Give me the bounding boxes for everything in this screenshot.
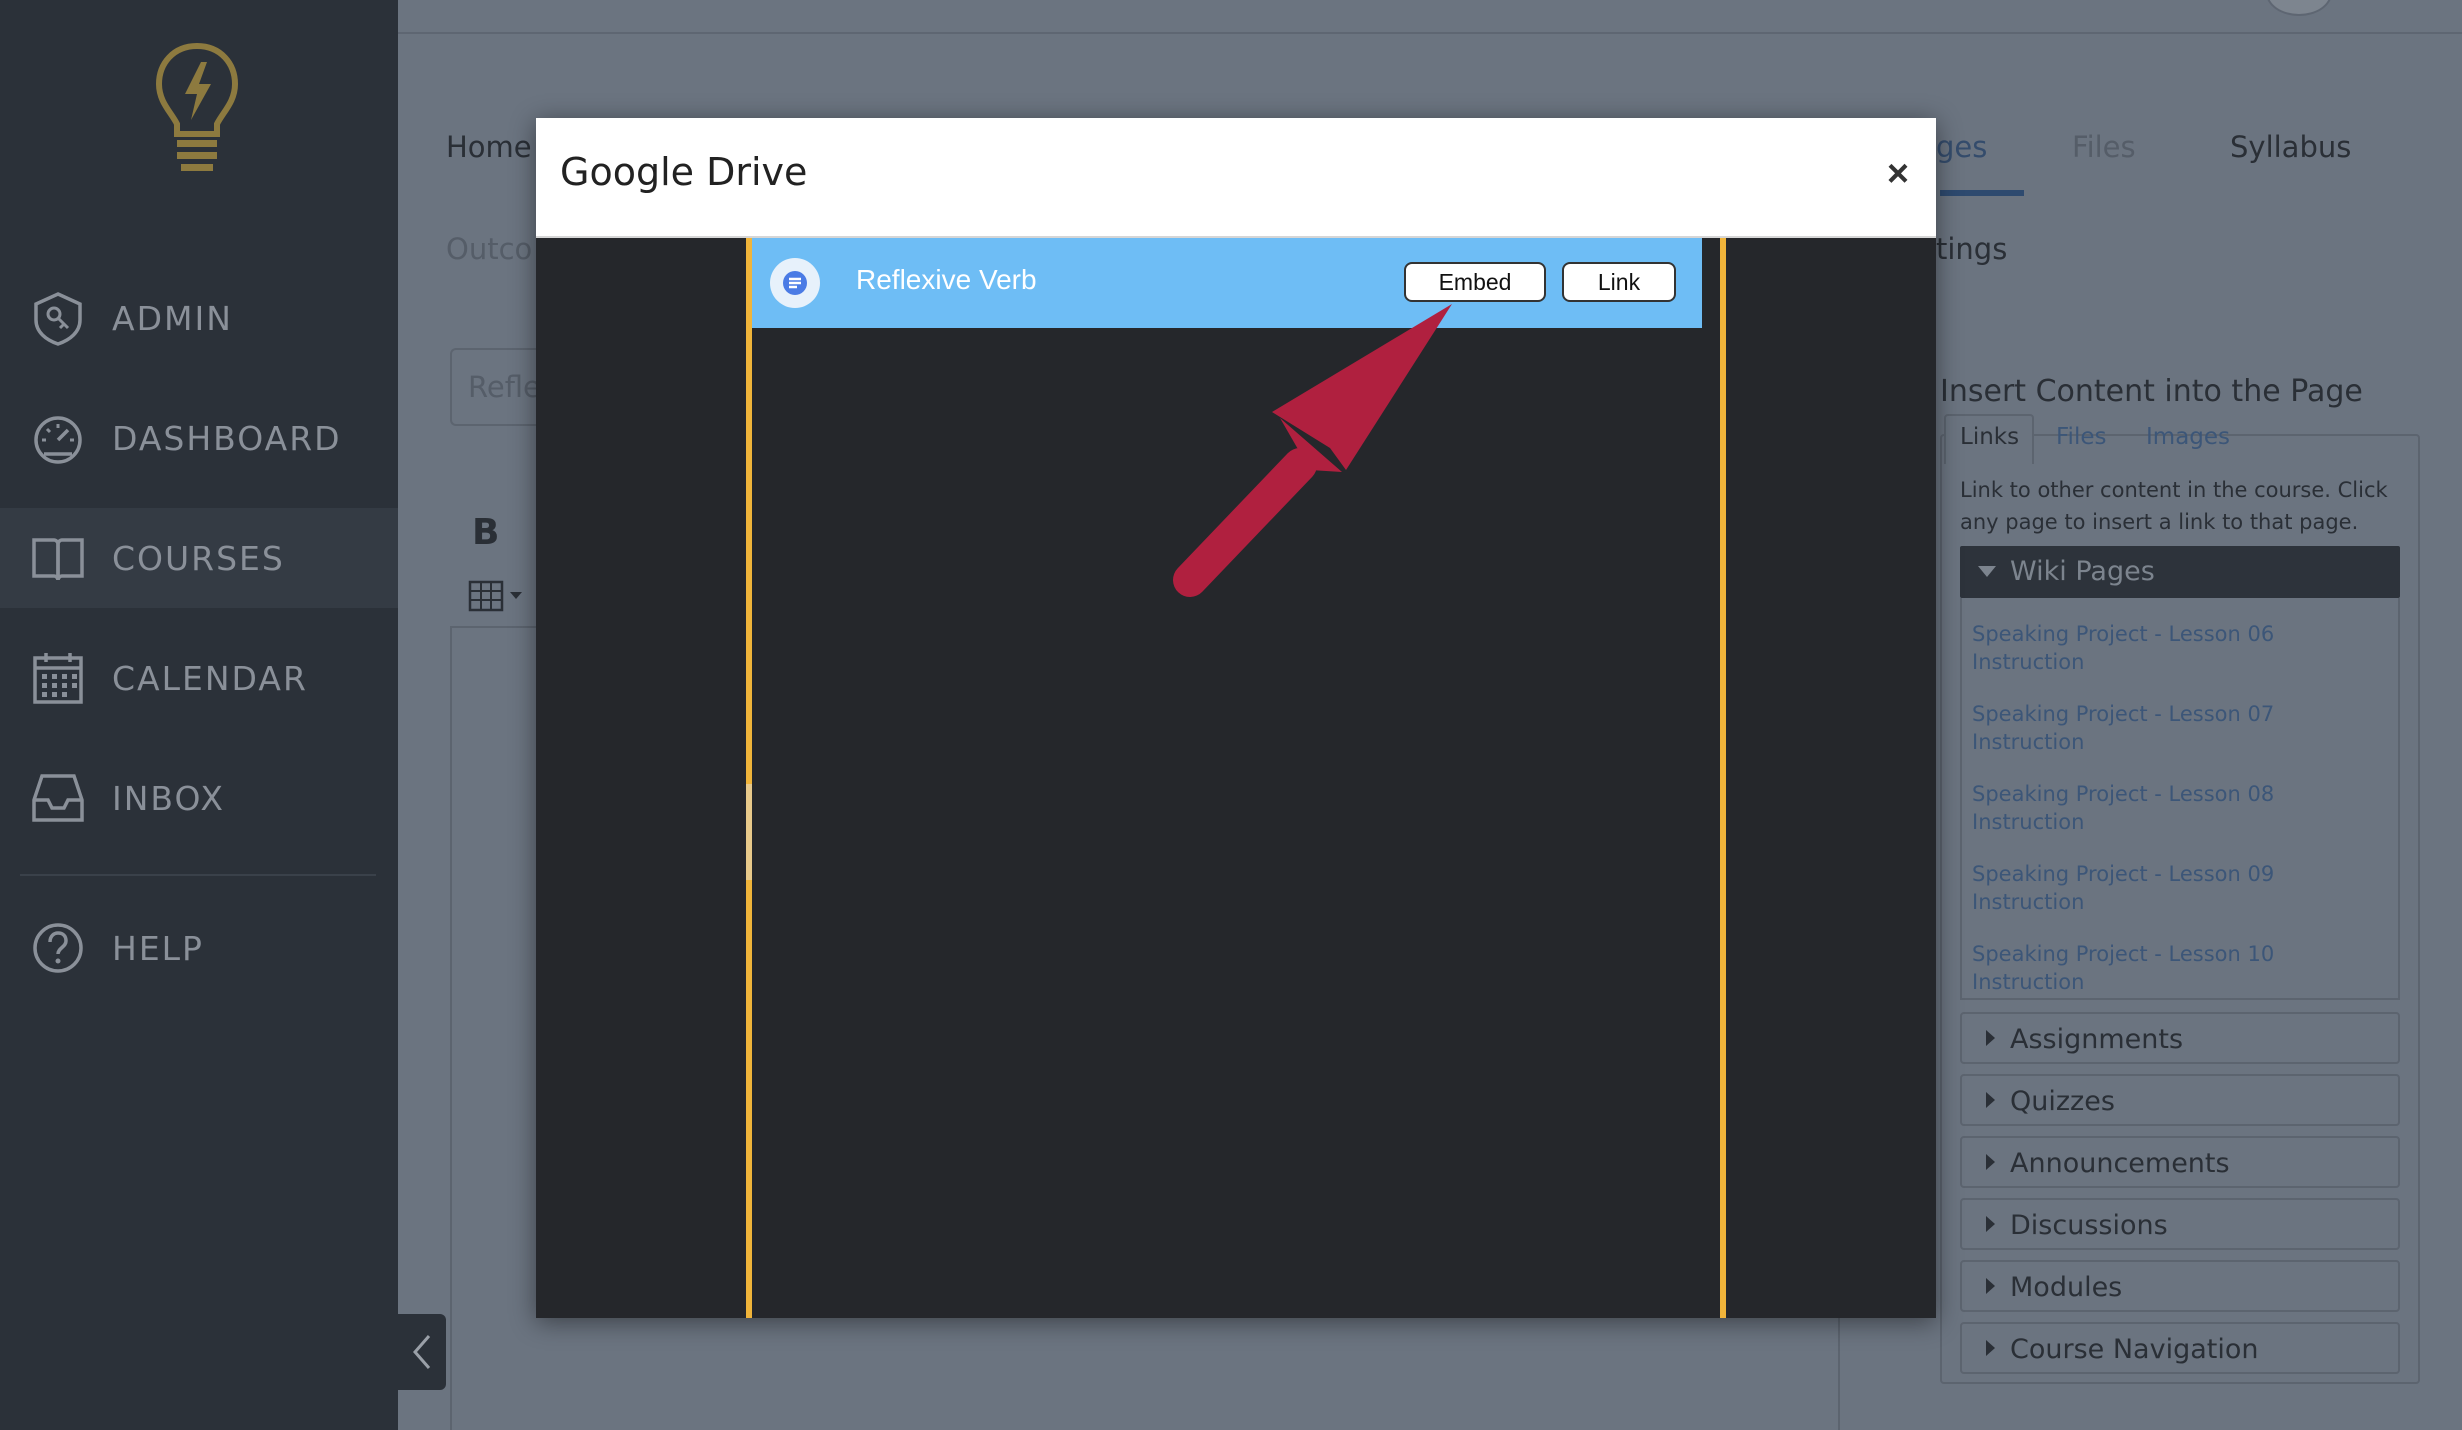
caret-right-icon: [1986, 1340, 1995, 1356]
wiki-page-link-10-line2: Instruction: [1972, 970, 2085, 994]
nav-label-calendar: CALENDAR: [112, 658, 308, 698]
help-circle-icon: [33, 923, 83, 973]
annotation-arrow-icon: [1173, 304, 1452, 597]
tab-links-label[interactable]: Links: [1960, 424, 2019, 450]
wiki-page-link-10-line1: Speaking Project - Lesson 10: [1972, 942, 2275, 966]
nav-label-help: HELP: [112, 928, 204, 968]
course-nav-settings[interactable]: tings: [1936, 232, 2007, 266]
section-assignments[interactable]: Assignments: [1960, 1012, 2400, 1064]
admin-shield-icon: [34, 292, 82, 346]
caret-right-icon: [1986, 1154, 1995, 1170]
table-insert-icon[interactable]: [468, 580, 528, 612]
caret-right-icon: [1986, 1030, 1995, 1046]
wiki-page-link-06-line1: Speaking Project - Lesson 06: [1972, 622, 2275, 646]
section-announcements[interactable]: Announcements: [1960, 1136, 2400, 1188]
wiki-page-link-09-line1: Speaking Project - Lesson 09: [1972, 862, 2275, 886]
dialog-header: Google Drive ×: [536, 118, 1936, 238]
wiki-page-link-09[interactable]: Speaking Project - Lesson 09 Instruction: [1972, 860, 2274, 916]
google-docs-icon: [770, 258, 820, 308]
book-icon: [32, 538, 84, 581]
wiki-page-link-07[interactable]: Speaking Project - Lesson 07 Instruction: [1972, 700, 2274, 756]
wiki-page-link-08-line2: Instruction: [1972, 810, 2085, 834]
wiki-page-link-07-line1: Speaking Project - Lesson 07: [1972, 702, 2275, 726]
wiki-page-link-09-line2: Instruction: [1972, 890, 2085, 914]
close-icon[interactable]: ×: [1876, 152, 1920, 196]
bold-button[interactable]: B: [472, 512, 499, 553]
nav-item-admin[interactable]: ADMIN: [0, 268, 398, 368]
course-nav-pages[interactable]: ges: [1936, 130, 1987, 164]
wiki-page-link-08-line1: Speaking Project - Lesson 08: [1972, 782, 2275, 806]
wiki-pages-label: Wiki Pages: [2010, 556, 2155, 587]
link-button[interactable]: Link: [1562, 262, 1676, 302]
dialog-title: Google Drive: [560, 150, 808, 194]
nav-item-inbox[interactable]: INBOX: [0, 748, 398, 848]
nav-label-dashboard: DASHBOARD: [112, 418, 342, 458]
embed-button[interactable]: Embed: [1404, 262, 1546, 302]
inbox-icon: [32, 774, 84, 822]
insert-panel-description: Link to other content in the course. Cli…: [1960, 478, 2388, 534]
top-bar: [398, 0, 2462, 34]
nav-divider: [20, 874, 376, 876]
wiki-page-link-10[interactable]: Speaking Project - Lesson 10 Instruction: [1972, 940, 2274, 996]
frame-resize-handle[interactable]: [746, 784, 752, 880]
google-drive-dialog: Google Drive × Reflexive Verb Embed Link: [536, 118, 1936, 1318]
global-nav-sidebar: ADMIN DASHBOARD COURSES CALENDAR INBOX H…: [0, 0, 398, 1430]
section-course-navigation-label: Course Navigation: [2010, 1334, 2259, 1365]
section-modules-label: Modules: [2010, 1272, 2123, 1303]
caret-down-icon: [1978, 566, 1996, 577]
wiki-page-link-06[interactable]: Speaking Project - Lesson 06 Instruction: [1972, 620, 2274, 676]
wiki-page-link-08[interactable]: Speaking Project - Lesson 08 Instruction: [1972, 780, 2274, 836]
caret-right-icon: [1986, 1216, 1995, 1232]
collapse-sidebar-button[interactable]: [398, 1314, 446, 1390]
nav-label-courses: COURSES: [112, 538, 285, 578]
active-tab-underline: [1940, 190, 2024, 196]
course-nav-outcomes[interactable]: Outco: [446, 232, 532, 266]
chevron-left-icon: [413, 1335, 431, 1369]
section-modules[interactable]: Modules: [1960, 1260, 2400, 1312]
nav-label-admin: ADMIN: [112, 298, 233, 338]
caret-right-icon: [1986, 1092, 1995, 1108]
course-nav-files[interactable]: Files: [2072, 130, 2136, 164]
tab-files[interactable]: Files: [2056, 424, 2106, 450]
page-title-value: Refle: [468, 370, 541, 404]
nav-item-dashboard[interactable]: DASHBOARD: [0, 388, 398, 488]
speedometer-icon: [34, 416, 82, 464]
caret-right-icon: [1986, 1278, 1995, 1294]
wiki-pages-header[interactable]: Wiki Pages: [1960, 546, 2400, 598]
section-course-navigation[interactable]: Course Navigation: [1960, 1322, 2400, 1374]
lightbulb-logo-icon[interactable]: [155, 42, 239, 176]
section-quizzes-label: Quizzes: [2010, 1086, 2115, 1117]
nav-item-calendar[interactable]: CALENDAR: [0, 628, 398, 728]
wiki-page-link-06-line2: Instruction: [1972, 650, 2085, 674]
section-quizzes[interactable]: Quizzes: [1960, 1074, 2400, 1126]
insert-panel-heading: Insert Content into the Page: [1940, 374, 2363, 409]
course-nav-home[interactable]: Home: [446, 130, 532, 164]
section-announcements-label: Announcements: [2010, 1148, 2230, 1179]
section-discussions-label: Discussions: [2010, 1210, 2168, 1241]
nav-item-courses[interactable]: COURSES: [0, 508, 398, 608]
section-discussions[interactable]: Discussions: [1960, 1198, 2400, 1250]
calendar-icon: [33, 653, 83, 704]
tab-images[interactable]: Images: [2146, 424, 2230, 450]
nav-label-inbox: INBOX: [112, 778, 225, 818]
nav-item-help[interactable]: HELP: [0, 898, 398, 998]
file-name: Reflexive Verb: [856, 264, 1037, 295]
section-assignments-label: Assignments: [2010, 1024, 2184, 1055]
wiki-page-link-07-line2: Instruction: [1972, 730, 2085, 754]
course-nav-syllabus[interactable]: Syllabus: [2230, 130, 2351, 164]
